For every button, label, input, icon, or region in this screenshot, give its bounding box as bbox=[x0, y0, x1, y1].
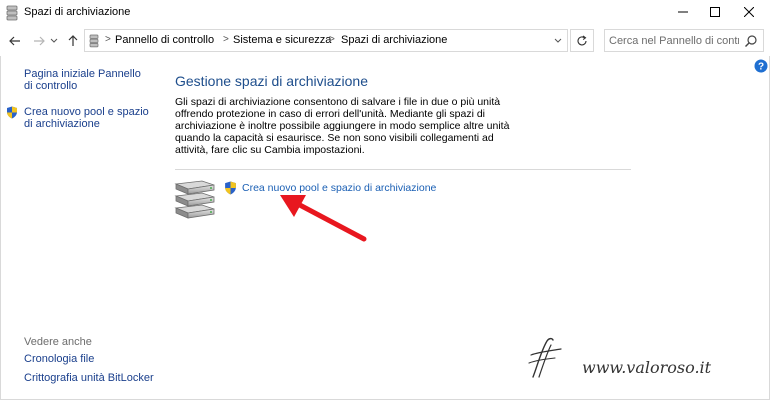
minimize-icon bbox=[678, 11, 688, 13]
watermark-text: www.valoroso.it bbox=[582, 358, 712, 377]
breadcrumb-separator: > bbox=[105, 34, 111, 45]
breadcrumb-separator: > bbox=[223, 34, 229, 45]
refresh-icon bbox=[577, 35, 587, 45]
up-arrow-icon bbox=[68, 35, 78, 46]
address-bar[interactable]: > Pannello di controllo > Sistema e sicu… bbox=[84, 29, 568, 52]
red-arrow-icon bbox=[280, 195, 367, 242]
search-box[interactable] bbox=[604, 29, 764, 52]
maximize-button[interactable] bbox=[698, 0, 732, 24]
back-arrow-icon bbox=[9, 36, 20, 46]
bitlocker-link[interactable]: Crittografia unità BitLocker bbox=[24, 372, 154, 384]
back-button[interactable] bbox=[6, 32, 24, 50]
navigation-bar: > Pannello di controllo > Sistema e sicu… bbox=[0, 26, 770, 56]
chevron-down-icon bbox=[50, 38, 58, 43]
create-pool-sidebar-link[interactable]: Crea nuovo pool e spazio di archiviazion… bbox=[24, 106, 154, 130]
breadcrumb-separator: > bbox=[329, 34, 335, 45]
refresh-button[interactable] bbox=[570, 29, 594, 52]
storage-spaces-icon bbox=[6, 5, 18, 21]
maximize-icon bbox=[710, 7, 720, 17]
page-title: Gestione spazi di archiviazione bbox=[175, 73, 368, 89]
close-icon bbox=[744, 7, 754, 17]
search-icon[interactable] bbox=[744, 34, 758, 48]
left-pane: Pagina iniziale Pannello di controllo Cr… bbox=[0, 56, 160, 400]
breadcrumb-storage-spaces[interactable]: Spazi di archiviazione bbox=[341, 34, 447, 46]
breadcrumb-control-panel[interactable]: Pannello di controllo bbox=[115, 34, 214, 46]
chevron-down-icon bbox=[554, 38, 562, 43]
page-description: Gli spazi di archiviazione consentono di… bbox=[175, 96, 510, 156]
window-title: Spazi di archiviazione bbox=[24, 6, 131, 18]
see-also-header: Vedere anche bbox=[24, 336, 92, 348]
signature-logo bbox=[528, 337, 562, 378]
help-icon[interactable]: ? bbox=[754, 59, 768, 73]
breadcrumb-system-security[interactable]: Sistema e sicurezza bbox=[233, 34, 331, 46]
forward-button[interactable] bbox=[30, 32, 48, 50]
storage-spaces-icon bbox=[89, 34, 99, 48]
recent-locations-button[interactable] bbox=[48, 32, 60, 50]
address-dropdown-button[interactable] bbox=[551, 34, 565, 48]
uac-shield-icon bbox=[7, 106, 17, 119]
close-button[interactable] bbox=[732, 0, 766, 24]
search-input[interactable] bbox=[609, 33, 739, 48]
up-button[interactable] bbox=[64, 32, 82, 50]
file-history-link[interactable]: Cronologia file bbox=[24, 353, 94, 365]
control-panel-home-link[interactable]: Pagina iniziale Pannello di controllo bbox=[24, 68, 144, 92]
minimize-button[interactable] bbox=[666, 0, 700, 24]
title-bar: Spazi di archiviazione bbox=[0, 0, 770, 26]
svg-text:?: ? bbox=[758, 62, 764, 73]
divider bbox=[175, 169, 631, 170]
storage-drives-icon bbox=[174, 180, 215, 219]
forward-arrow-icon bbox=[34, 36, 45, 46]
uac-shield-icon bbox=[225, 181, 236, 195]
